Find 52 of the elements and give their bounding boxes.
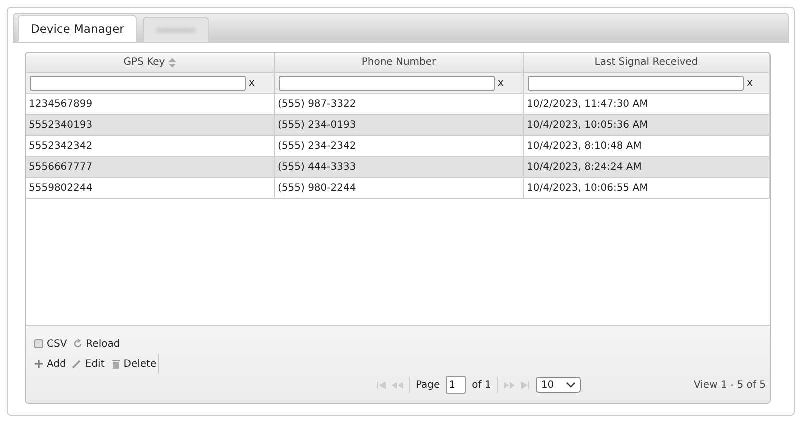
toolbar-button[interactable]: Edit xyxy=(72,358,105,370)
trash-icon xyxy=(110,359,121,369)
filter-field[interactable] xyxy=(279,76,495,90)
page-field[interactable]: 1 xyxy=(446,376,466,394)
filter-field[interactable] xyxy=(528,76,744,90)
toolbar-button[interactable]: CSV xyxy=(34,338,68,350)
table-cell: 10/4/2023, 10:06:55 AM xyxy=(524,178,770,198)
table-cell: 10/4/2023, 10:05:36 AM xyxy=(524,115,770,135)
table-cell: (555) 234-0193 xyxy=(275,115,524,135)
column-header[interactable]: GPS Key xyxy=(26,53,275,72)
reload-icon xyxy=(73,339,84,349)
toolbar-button[interactable]: Add xyxy=(34,358,66,370)
previous-page-icon[interactable] xyxy=(392,382,403,388)
table-row[interactable]: 5559802244 (555) 980-2244 10/4/2023, 10:06:55 AM xyxy=(26,178,770,199)
page-count: of 1 xyxy=(472,380,492,390)
table-cell: (555) 444-3333 xyxy=(275,157,524,177)
table-cell: (555) 987-3322 xyxy=(275,94,524,114)
plus-icon xyxy=(34,359,44,369)
column-header[interactable]: Last Signal Received xyxy=(524,53,770,72)
page-size-select[interactable]: 10 xyxy=(536,377,582,393)
toolbar-button[interactable]: Reload xyxy=(73,338,120,350)
table-cell: 10/4/2023, 8:24:24 AM xyxy=(524,157,770,177)
table-row[interactable]: 5552342342 (555) 234-2342 10/4/2023, 8:10:48 AM xyxy=(26,136,770,157)
table-cell: 1234567899 xyxy=(26,94,275,114)
table-cell: (555) 234-2342 xyxy=(275,136,524,156)
chevron-down-icon xyxy=(566,382,576,388)
table-cell: 5552340193 xyxy=(26,115,275,135)
table-cell: 5556667777 xyxy=(26,157,275,177)
pencil-icon xyxy=(72,359,82,369)
clear-filter-button[interactable]: x xyxy=(747,78,753,88)
document-icon xyxy=(34,339,44,349)
table-cell: 5559802244 xyxy=(26,178,275,198)
table-cell: 5552342342 xyxy=(26,136,275,156)
page-label: Page xyxy=(416,380,440,390)
table-cell: (555) 980-2244 xyxy=(275,178,524,198)
filter-field[interactable] xyxy=(30,76,246,90)
table-cell: 10/4/2023, 8:10:48 AM xyxy=(524,136,770,156)
table-cell: 10/2/2023, 11:47:30 AM xyxy=(524,94,770,114)
table-row[interactable]: 1234567899 (555) 987-3322 10/2/2023, 11:47:30 AM xyxy=(26,94,770,115)
clear-filter-button[interactable]: x xyxy=(249,78,255,88)
record-count: View 1 - 5 of 5 xyxy=(694,380,767,390)
tab[interactable] xyxy=(143,17,210,42)
clear-filter-button[interactable]: x xyxy=(498,78,504,88)
table-row[interactable]: 5552340193 (555) 234-0193 10/4/2023, 10:05:36 AM xyxy=(26,115,770,136)
toolbar-button[interactable]: Delete xyxy=(110,358,157,370)
last-page-icon[interactable] xyxy=(521,382,530,388)
column-header[interactable]: Phone Number xyxy=(275,53,524,72)
sort-icon[interactable] xyxy=(169,58,176,68)
table-row[interactable]: 5556667777 (555) 444-3333 10/4/2023, 8:24:24 AM xyxy=(26,157,770,178)
tab[interactable]: Device Manager xyxy=(18,15,138,42)
next-page-icon[interactable] xyxy=(504,382,516,388)
first-page-icon[interactable] xyxy=(376,382,386,388)
